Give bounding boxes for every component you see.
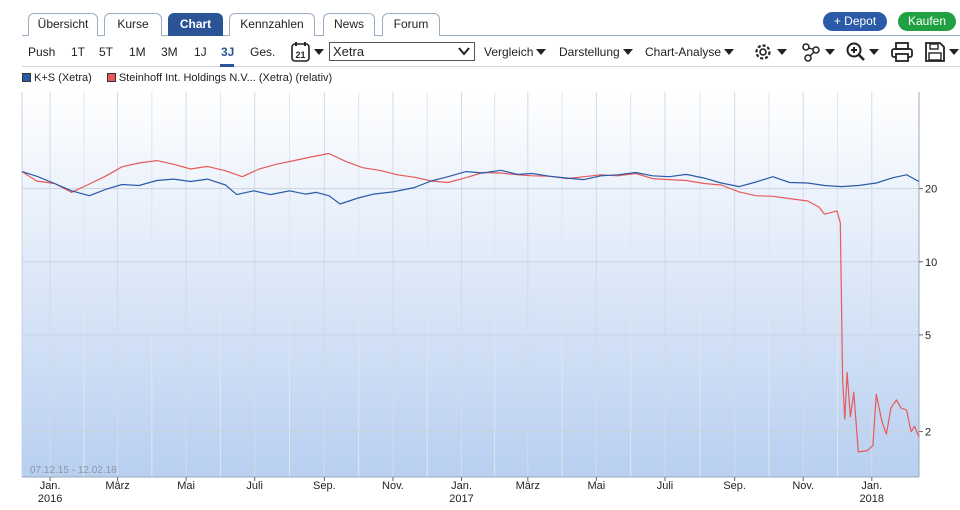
x-tick-label: Jan.: [861, 480, 882, 492]
chevron-down-icon: [314, 49, 324, 55]
y-tick-label: 20: [925, 184, 937, 196]
tab-chart[interactable]: Chart: [168, 13, 223, 36]
x-tick-label: Jan.: [40, 480, 61, 492]
y-tick-label: 2: [925, 427, 931, 439]
push-button[interactable]: Push: [28, 45, 55, 59]
x-tick-label: Sep.: [723, 480, 746, 492]
exchange-select[interactable]: Xetra: [329, 42, 475, 61]
tab-news[interactable]: News: [323, 13, 375, 36]
x-tick-label: Nov.: [382, 480, 404, 492]
tab-bar: Übersicht Kurse Chart Kennzahlen News Fo…: [0, 0, 960, 36]
tab-forum[interactable]: Forum: [382, 13, 440, 36]
print-button[interactable]: [890, 41, 914, 63]
vergleich-menu-label: Vergleich: [484, 45, 534, 59]
save-dropdown[interactable]: [924, 41, 960, 63]
x-tick-year-label: 2017: [449, 493, 473, 505]
exchange-select-value: Xetra: [333, 44, 365, 59]
x-tick-label: Sep.: [313, 480, 336, 492]
active-range-indicator: [220, 64, 234, 67]
x-tick-year-label: 2016: [38, 493, 62, 505]
range-1m-button[interactable]: 1M: [129, 45, 146, 59]
tab-kurse[interactable]: Kurse: [104, 13, 162, 36]
add-to-depot-button[interactable]: + Depot: [823, 12, 887, 31]
legend-label-steinhoff: Steinhoff Int. Holdings N.V... (Xetra) (…: [118, 72, 333, 84]
x-tick-label: Juli: [657, 480, 674, 492]
chart-analyse-menu-label: Chart-Analyse: [645, 45, 722, 59]
chevron-down-icon: [458, 47, 470, 56]
tab-bar-divider: [22, 35, 960, 36]
caret-down-icon: [622, 49, 633, 55]
print-icon: [891, 42, 913, 62]
x-tick-year-label: 2018: [860, 493, 884, 505]
indicators-dropdown[interactable]: [800, 41, 836, 63]
gear-icon: [755, 44, 787, 60]
zoom-dropdown[interactable]: [844, 41, 880, 63]
price-chart[interactable]: 201052 Jan.2016März Mai Juli Sep. Nov. Jan.20…: [0, 90, 960, 510]
range-3m-button[interactable]: 3M: [161, 45, 178, 59]
x-tick-label: Mai: [588, 480, 606, 492]
legend-item-ks[interactable]: K+S (Xetra): [22, 72, 95, 84]
caret-down-icon: [724, 49, 735, 55]
x-tick-label: März: [516, 480, 540, 492]
buy-button[interactable]: Kaufen: [898, 12, 956, 31]
legend-swatch-steinhoff: [106, 73, 116, 82]
range-1j-button[interactable]: 1J: [194, 45, 207, 59]
chart-toolbar: Push 1T 5T 1M 3M 1J 3J Ges. 21 Xetra Ver…: [22, 38, 960, 67]
calendar-icon: 21: [291, 42, 324, 62]
chart-legend: K+S (Xetra) Steinhoff Int. Holdings N.V.…: [22, 72, 344, 88]
chart-page: Übersicht Kurse Chart Kennzahlen News Fo…: [0, 0, 960, 510]
settings-dropdown[interactable]: [752, 41, 788, 63]
x-tick-label: Juli: [246, 480, 263, 492]
range-1t-button[interactable]: 1T: [71, 45, 85, 59]
caret-down-icon: [536, 49, 547, 55]
legend-label-ks: K+S (Xetra): [34, 72, 92, 84]
x-tick-label: März: [105, 480, 129, 492]
darstellung-menu[interactable]: Darstellung: [559, 45, 633, 59]
plot-area: [22, 92, 919, 477]
y-tick-label: 10: [925, 257, 937, 269]
save-icon: [925, 42, 959, 62]
vergleich-menu[interactable]: Vergleich: [484, 45, 547, 59]
zoom-in-icon: [846, 42, 879, 61]
darstellung-menu-label: Darstellung: [559, 45, 620, 59]
legend-swatch-ks: [22, 73, 31, 82]
legend-item-steinhoff[interactable]: Steinhoff Int. Holdings N.V... (Xetra) (…: [106, 72, 333, 84]
x-tick-label: Nov.: [792, 480, 814, 492]
x-tick-label: Jan.: [451, 480, 472, 492]
tab-uebersicht[interactable]: Übersicht: [28, 13, 98, 36]
y-tick-label: 5: [925, 330, 931, 342]
range-5t-button[interactable]: 5T: [99, 45, 113, 59]
calendar-day: 21: [295, 50, 305, 60]
x-axis: Jan.2016März Mai Juli Sep. Nov. Jan.2017März M…: [22, 476, 919, 505]
x-tick-label: Mai: [177, 480, 195, 492]
date-range-label: 07.12.15 - 12.02.18: [30, 465, 117, 476]
chart-analyse-menu[interactable]: Chart-Analyse: [645, 45, 735, 59]
range-3j-button[interactable]: 3J: [221, 45, 234, 59]
tab-kennzahlen[interactable]: Kennzahlen: [229, 13, 315, 36]
range-ges-button[interactable]: Ges.: [250, 45, 275, 59]
y-axis: 20 10 5 2: [919, 184, 937, 439]
calendar-dropdown[interactable]: 21: [290, 41, 326, 63]
network-icon: [802, 43, 835, 62]
